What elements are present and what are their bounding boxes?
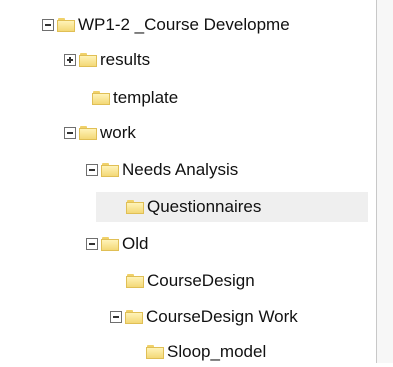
tree-node-coursedesign[interactable]: CourseDesign — [126, 266, 255, 296]
tree-node-coursedesign-work[interactable]: CourseDesign Work — [110, 302, 298, 332]
tree-node-questionnaires[interactable]: Questionnaires — [96, 192, 368, 222]
folder-icon — [101, 163, 119, 177]
folder-icon — [126, 274, 144, 288]
tree-node-needs-analysis[interactable]: Needs Analysis — [86, 155, 238, 185]
tree-node-work[interactable]: work — [64, 118, 136, 148]
folder-icon — [79, 53, 97, 67]
tree-node-old[interactable]: Old — [86, 229, 148, 259]
tree-node-label: template — [113, 88, 179, 107]
scrollbar-track[interactable] — [377, 0, 393, 363]
tree-node-label: Questionnaires — [147, 197, 262, 216]
collapse-toggle-icon[interactable] — [86, 238, 98, 250]
tree-node-label: WP1-2 _Course Developme — [78, 15, 290, 34]
folder-icon — [92, 91, 110, 105]
folder-icon — [79, 126, 97, 140]
folder-tree: WP1-2 _Course Developme results template… — [0, 0, 376, 363]
tree-node-template[interactable]: template — [92, 83, 178, 113]
tree-node-label: CourseDesign — [147, 271, 255, 290]
collapse-toggle-icon[interactable] — [64, 127, 76, 139]
collapse-toggle-icon[interactable] — [86, 164, 98, 176]
collapse-toggle-icon[interactable] — [110, 311, 122, 323]
tree-node-label: work — [100, 123, 136, 142]
tree-node-label: Sloop_model — [167, 342, 267, 361]
collapse-toggle-icon[interactable] — [42, 19, 54, 31]
tree-node-wp1-2-course-development[interactable]: WP1-2 _Course Developme — [42, 10, 290, 40]
folder-icon — [57, 18, 75, 32]
folder-icon — [146, 345, 164, 359]
tree-node-results[interactable]: results — [64, 45, 150, 75]
expand-toggle-icon[interactable] — [64, 54, 76, 66]
tree-node-label: Old — [122, 234, 149, 253]
tree-node-label: Needs Analysis — [122, 160, 239, 179]
folder-icon — [101, 237, 119, 251]
folder-icon — [126, 200, 144, 214]
tree-node-label: results — [100, 50, 151, 69]
tree-node-label: CourseDesign Work — [146, 307, 298, 326]
folder-icon — [125, 310, 143, 324]
